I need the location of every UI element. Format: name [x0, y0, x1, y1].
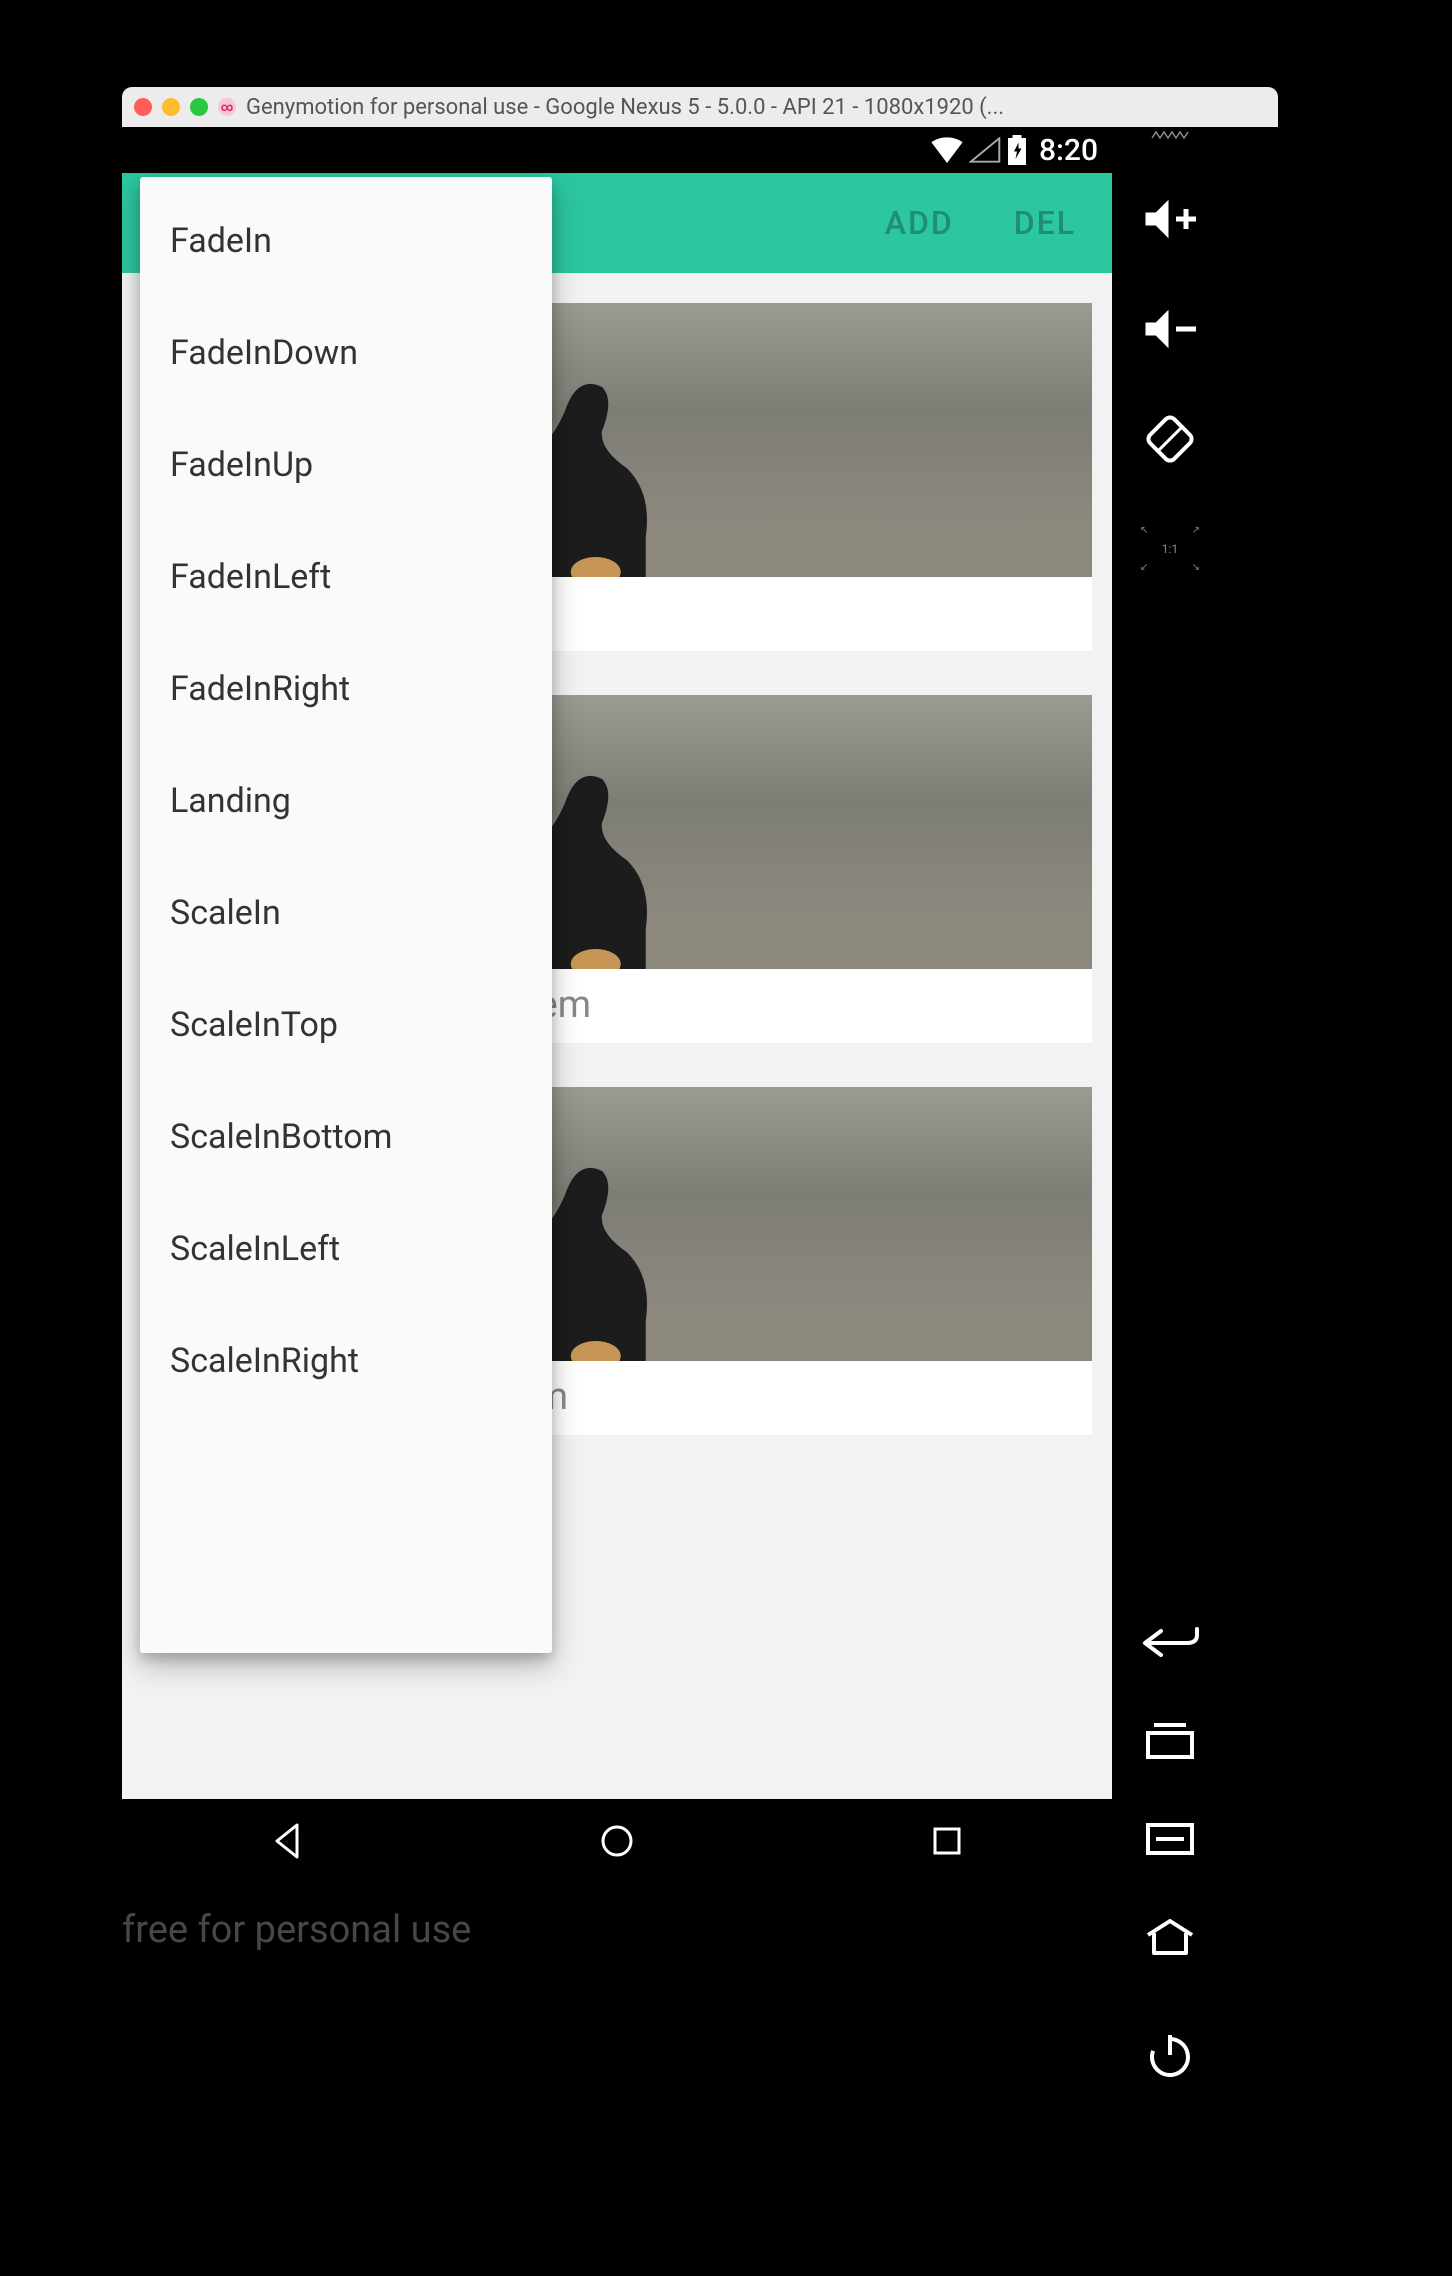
dropdown-item-scaleinright[interactable]: ScaleInRight	[140, 1305, 552, 1417]
dropdown-item-fadeinleft[interactable]: FadeInLeft	[140, 521, 552, 633]
geny-power-button[interactable]	[1139, 2034, 1201, 2076]
dropdown-item-fadein[interactable]: FadeIn	[140, 185, 552, 297]
device-screen: 8:20 ADD DEL pple dded item newly added …	[122, 127, 1112, 1887]
watermark-text: free for personal use	[122, 1908, 471, 1952]
arrow-icon: ↖	[1140, 525, 1148, 536]
arrow-icon: ↘	[1192, 562, 1200, 573]
dropdown-item-scalein[interactable]: ScaleIn	[140, 857, 552, 969]
genymotion-app-icon: ∞	[218, 98, 236, 116]
rotate-button[interactable]	[1139, 408, 1201, 470]
geny-back-button[interactable]	[1139, 1622, 1201, 1664]
dropdown-item-fadeinright[interactable]: FadeInRight	[140, 633, 552, 745]
volume-down-button[interactable]	[1139, 298, 1201, 360]
dropdown-item-landing[interactable]: Landing	[140, 745, 552, 857]
dropdown-item-scaleintop[interactable]: ScaleInTop	[140, 969, 552, 1081]
dropdown-item-fadeinup[interactable]: FadeInUp	[140, 409, 552, 521]
grip-icon	[1150, 130, 1190, 140]
geny-recents-button[interactable]	[1139, 1720, 1201, 1762]
dropdown-item-scaleinleft[interactable]: ScaleInLeft	[140, 1193, 552, 1305]
del-button[interactable]: DEL	[998, 196, 1092, 250]
mac-titlebar: ∞ Genymotion for personal use - Google N…	[122, 87, 1278, 127]
mac-zoom-button[interactable]	[190, 98, 208, 116]
nav-back-button[interactable]	[263, 1817, 311, 1869]
status-bar-clock: 8:20	[1039, 133, 1098, 168]
arrow-icon: ↙	[1140, 562, 1148, 573]
nav-home-button[interactable]	[593, 1817, 641, 1869]
nav-recents-button[interactable]	[923, 1817, 971, 1869]
genymotion-sidebar: ↖ ↗ 1:1 ↙ ↘	[1120, 130, 1220, 580]
mac-minimize-button[interactable]	[162, 98, 180, 116]
scale-label: 1:1	[1140, 542, 1200, 556]
geny-menu-button[interactable]	[1139, 1818, 1201, 1860]
wifi-icon	[931, 137, 963, 163]
add-button[interactable]: ADD	[869, 196, 970, 250]
mac-close-button[interactable]	[134, 98, 152, 116]
genymotion-bottom-controls	[1120, 1622, 1220, 2076]
geny-home-button[interactable]	[1139, 1916, 1201, 1958]
animation-dropdown-menu[interactable]: FadeIn FadeInDown FadeInUp FadeInLeft Fa…	[140, 177, 552, 1653]
android-status-bar: 8:20	[122, 127, 1112, 173]
mac-window-title: Genymotion for personal use - Google Nex…	[246, 95, 1266, 120]
dropdown-item-fadeindown[interactable]: FadeInDown	[140, 297, 552, 409]
scale-button[interactable]: ↖ ↗ 1:1 ↙ ↘	[1139, 518, 1201, 580]
battery-charging-icon	[1007, 135, 1027, 165]
android-navigation-bar	[122, 1799, 1112, 1887]
dropdown-item-scaleinbottom[interactable]: ScaleInBottom	[140, 1081, 552, 1193]
cell-signal-icon	[969, 137, 1001, 163]
volume-up-button[interactable]	[1139, 188, 1201, 250]
arrow-icon: ↗	[1192, 525, 1200, 536]
